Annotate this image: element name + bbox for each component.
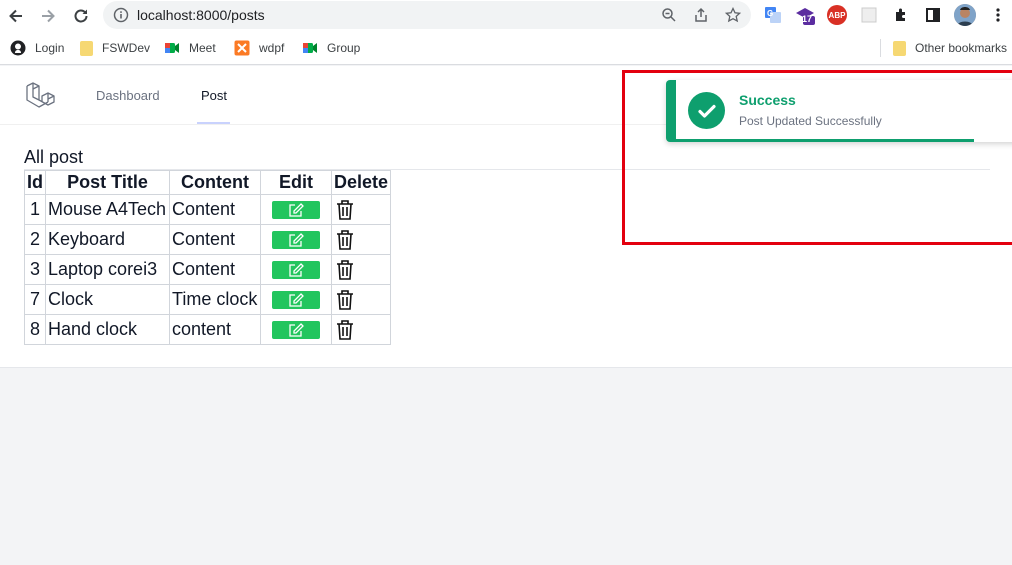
check-circle-icon (688, 92, 725, 129)
pencil-square-icon (289, 233, 304, 247)
adblock-extension-icon[interactable]: ABP (827, 5, 847, 25)
scholar-extension-icon[interactable]: 17 (795, 5, 815, 25)
cell-content: Content (169, 224, 261, 255)
meet-icon (303, 43, 317, 53)
bookmark-group[interactable]: Group (302, 39, 360, 57)
zoom-icon[interactable] (660, 6, 678, 24)
table-row: 1 Mouse A4Tech Content (24, 194, 392, 225)
other-bookmarks[interactable]: Other bookmarks (893, 39, 1007, 57)
nav-post-link[interactable]: Post (201, 88, 227, 103)
trash-icon[interactable] (335, 199, 355, 221)
table-row: 8 Hand clock content (24, 314, 392, 345)
bookmark-wdpf[interactable]: wdpf (234, 39, 284, 57)
column-header-id: Id (24, 170, 46, 195)
cell-id: 3 (24, 254, 46, 285)
bookmark-label: Meet (189, 41, 216, 55)
trash-icon[interactable] (335, 289, 355, 311)
success-toast[interactable]: Success Post Updated Successfully (666, 80, 1012, 142)
profile-avatar[interactable] (954, 4, 976, 26)
reload-icon[interactable] (69, 4, 93, 28)
cell-id: 2 (24, 224, 46, 255)
cell-title: Laptop corei3 (45, 254, 170, 285)
bookmark-meet[interactable]: Meet (164, 39, 216, 57)
cell-title: Keyboard (45, 224, 170, 255)
column-header-title: Post Title (45, 170, 170, 195)
xampp-icon (234, 40, 250, 56)
browser-menu-icon[interactable] (988, 5, 1008, 25)
bookmark-label: FSWDev (102, 41, 150, 55)
cell-title: Mouse A4Tech (45, 194, 170, 225)
share-icon[interactable] (692, 6, 710, 24)
trash-icon[interactable] (335, 259, 355, 281)
bookmark-label: wdpf (259, 41, 285, 55)
table-row: 2 Keyboard Content (24, 224, 392, 255)
edit-button[interactable] (272, 261, 320, 280)
column-header-edit: Edit (260, 170, 332, 195)
laravel-logo-icon[interactable] (24, 80, 56, 112)
abp-label: ABP (828, 10, 846, 20)
back-arrow-icon[interactable] (4, 4, 28, 28)
cell-content: Time clock (169, 284, 261, 315)
section-title: All post (24, 147, 84, 167)
toast-title: Success (739, 92, 796, 108)
toast-message: Post Updated Successfully (739, 114, 882, 128)
pencil-square-icon (289, 203, 304, 217)
edit-button[interactable] (272, 201, 320, 220)
meet-icon (165, 43, 179, 53)
pencil-square-icon (289, 323, 304, 337)
cell-id: 8 (24, 314, 46, 345)
extensions-puzzle-icon[interactable] (891, 5, 911, 25)
active-nav-indicator (197, 122, 230, 124)
site-info-icon[interactable] (113, 7, 129, 23)
url-text: localhost:8000/posts (137, 7, 265, 23)
column-header-content: Content (169, 170, 261, 195)
edit-button[interactable] (272, 291, 320, 310)
toast-progress-bar (676, 139, 974, 142)
table-row: 7 Clock Time clock (24, 284, 392, 315)
bookmark-fswdev[interactable]: FSWDev (80, 39, 150, 57)
folder-icon (893, 40, 906, 56)
bookmark-label: Group (327, 41, 361, 55)
cell-content: Content (169, 254, 261, 285)
bookmark-star-icon[interactable] (724, 6, 742, 24)
edit-button[interactable] (272, 231, 320, 250)
side-panel-icon[interactable] (923, 5, 943, 25)
bookmarks-divider (880, 39, 881, 57)
bookmarks-bar: Login FSWDev Meet wdpf Group Other bookm… (0, 32, 1012, 65)
bookmark-login[interactable]: Login (10, 39, 64, 57)
posts-table: Id Post Title Content Edit Delete 1 Mous… (24, 170, 392, 345)
cell-content: content (169, 314, 261, 345)
grid-extension-icon[interactable] (859, 5, 879, 25)
cell-id: 7 (24, 284, 46, 315)
column-header-delete: Delete (330, 170, 392, 195)
cell-id: 1 (24, 194, 46, 225)
cell-title: Clock (45, 284, 170, 315)
table-row: 3 Laptop corei3 Content (24, 254, 392, 285)
cell-title: Hand clock (45, 314, 170, 345)
other-bookmarks-label: Other bookmarks (915, 41, 1008, 55)
folder-icon (80, 40, 93, 56)
bookmark-label: Login (35, 41, 65, 55)
trash-icon[interactable] (335, 229, 355, 251)
svg-text:G: G (767, 9, 773, 18)
translate-extension-icon[interactable]: G (763, 5, 783, 25)
trash-icon[interactable] (335, 319, 355, 341)
edit-button[interactable] (272, 321, 320, 340)
browser-toolbar: localhost:8000/posts G 17 ABP (0, 0, 1012, 32)
address-bar[interactable]: localhost:8000/posts (103, 1, 751, 29)
github-icon (10, 40, 26, 56)
table-header-row: Id Post Title Content Edit Delete (24, 170, 392, 195)
pencil-square-icon (289, 263, 304, 277)
cell-content: Content (169, 194, 261, 225)
extension-badge: 17 (802, 14, 813, 24)
pencil-square-icon (289, 293, 304, 307)
nav-dashboard-link[interactable]: Dashboard (96, 88, 160, 103)
forward-arrow-icon[interactable] (36, 4, 60, 28)
